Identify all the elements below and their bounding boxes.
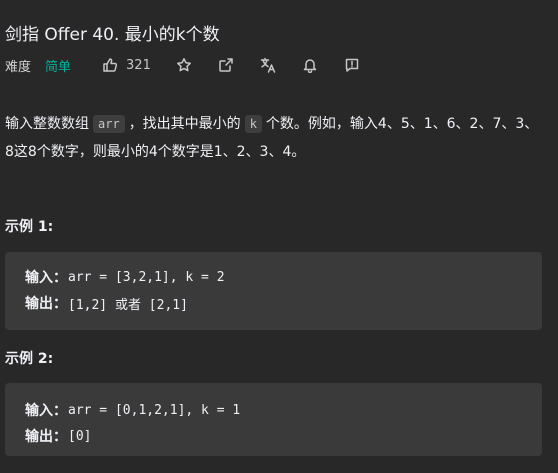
inline-code-k: k [244,115,262,133]
problem-description: 输入整数数组 arr ，找出其中最小的 k 个数。例如，输入4、5、1、6、2、7、3、… [5,110,545,166]
example-2-box: 输入： arr = [0,1,2,1], k = 1 输出： [0] [5,383,542,456]
translate-icon[interactable] [259,56,277,74]
output-label: 输出： [25,296,67,312]
problem-title: 剑指 Offer 40. 最小的k个数 [5,25,220,45]
problem-meta-bar: 难度 简单 321 [5,55,361,75]
input-label: 输入： [25,403,67,419]
share-icon[interactable] [217,56,235,74]
example-2-output: 输出： [0] [25,426,91,446]
example-1-input: 输入： arr = [3,2,1], k = 2 [25,267,225,287]
difficulty-label: 难度 [5,59,32,75]
example-1-box: 输入： arr = [3,2,1], k = 2 输出： [1,2] 或者 [2… [5,252,542,330]
star-icon[interactable] [175,56,193,74]
output-value: [0] [68,428,92,444]
input-value: arr = [0,1,2,1], k = 1 [68,402,241,418]
inline-code-arr: arr [93,115,125,133]
description-text: 输入整数数组 [5,116,89,132]
difficulty-value: 简单 [45,59,72,75]
example-1-title: 示例 1: [5,219,54,235]
output-value: [1,2] 或者 [2,1] [68,297,188,313]
feedback-icon[interactable] [343,56,361,74]
output-label: 输出： [25,429,67,445]
example-1-output: 输出： [1,2] 或者 [2,1] [25,293,188,313]
input-value: arr = [3,2,1], k = 2 [68,269,225,285]
description-text: ，找出其中最小的 [128,116,241,132]
thumbs-up-icon [101,56,119,74]
like-button[interactable]: 321 [101,56,151,74]
example-2-input: 输入： arr = [0,1,2,1], k = 1 [25,400,240,420]
example-2-title: 示例 2: [5,351,54,367]
bell-icon[interactable] [301,56,319,74]
like-count: 321 [126,57,151,73]
input-label: 输入： [25,270,67,286]
